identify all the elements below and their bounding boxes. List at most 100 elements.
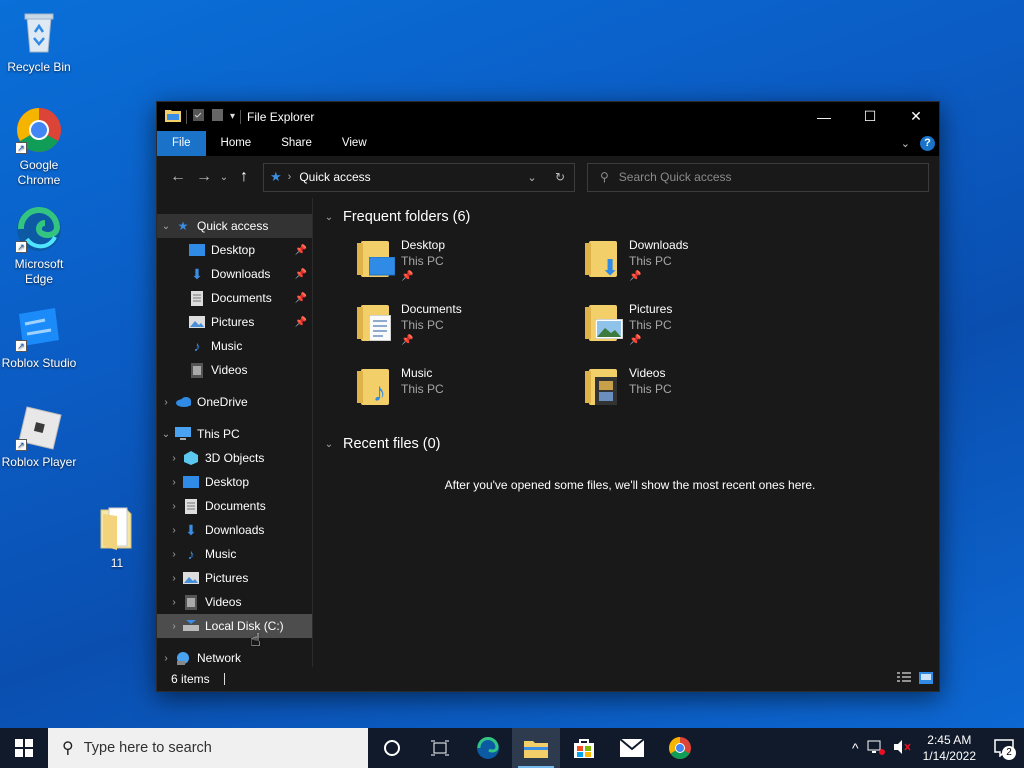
nav-item-quick-pictures[interactable]: Pictures 📌 (157, 310, 312, 334)
nav-item-label: Music (205, 547, 237, 561)
folder-location: This PC (629, 382, 672, 396)
desktop-icon-roblox-player[interactable]: ↗ Roblox Player (0, 403, 79, 470)
help-icon[interactable]: ? (920, 136, 935, 151)
nav-item-quick-access[interactable]: ⌄ ★ Quick access (157, 214, 312, 238)
customize-toolbar-chevron-icon[interactable]: ▾ (230, 111, 235, 122)
desktop-icon-microsoft-edge[interactable]: ↗ Microsoft Edge (0, 205, 79, 287)
group-collapse-chevron-icon[interactable]: ⌄ (321, 439, 337, 450)
desktop-icon-google-chrome[interactable]: ↗ Google Chrome (0, 106, 79, 188)
properties-icon[interactable] (192, 108, 206, 125)
minimize-button[interactable]: — (801, 102, 847, 131)
nav-item-pc-music[interactable]: › ♪ Music (157, 542, 312, 566)
tab-share[interactable]: Share (266, 131, 327, 156)
taskbar-search-input[interactable] (83, 740, 344, 756)
show-hidden-icons-chevron-icon[interactable]: ^ (848, 740, 863, 756)
nav-item-label: Videos (211, 363, 248, 377)
3d-objects-icon (183, 450, 199, 466)
volume-muted-icon[interactable] (889, 739, 915, 758)
taskbar-chrome-button[interactable] (656, 728, 704, 768)
collapse-chevron-icon[interactable]: ⌄ (157, 429, 175, 440)
start-button[interactable] (0, 728, 48, 768)
cortana-button[interactable] (368, 728, 416, 768)
recycle-bin-icon (15, 8, 63, 56)
group-title: Recent files (0) (343, 436, 441, 452)
nav-item-3d-objects[interactable]: › 3D Objects (157, 446, 312, 470)
address-bar[interactable]: ★ › Quick access ⌄ ↻ (263, 162, 575, 192)
expand-chevron-icon[interactable]: › (165, 477, 183, 488)
desktop-icon-recycle-bin[interactable]: Recycle Bin (0, 8, 79, 75)
computer-icon (175, 426, 191, 442)
nav-item-pc-desktop[interactable]: › Desktop (157, 470, 312, 494)
close-button[interactable]: ✕ (893, 102, 939, 131)
breadcrumb-chevron-icon[interactable]: › (288, 171, 292, 183)
folder-tile-music[interactable]: ♪ Music This PC (355, 365, 583, 421)
nav-item-quick-music[interactable]: ♪ Music (157, 334, 312, 358)
expand-chevron-icon[interactable]: › (157, 397, 175, 408)
refresh-icon[interactable]: ↻ (546, 170, 574, 184)
taskbar-store-button[interactable] (560, 728, 608, 768)
nav-item-pc-downloads[interactable]: › ⬇ Downloads (157, 518, 312, 542)
action-center-button[interactable]: 2 (984, 728, 1024, 768)
desktop-icon-roblox-studio[interactable]: ↗ Roblox Studio (0, 304, 79, 371)
taskbar-search-box[interactable]: ⚲ (48, 728, 368, 768)
search-input[interactable] (618, 170, 899, 184)
group-collapse-chevron-icon[interactable]: ⌄ (321, 212, 337, 223)
folder-tile-downloads[interactable]: ⬇ Downloads This PC 📌 (583, 237, 811, 293)
tab-home[interactable]: Home (206, 131, 267, 156)
tab-file[interactable]: File (157, 131, 206, 156)
taskbar-mail-button[interactable] (608, 728, 656, 768)
taskbar-file-explorer-button[interactable] (512, 728, 560, 768)
maximize-button[interactable]: ☐ (847, 102, 893, 131)
folder-name: Videos (629, 366, 666, 380)
chrome-icon: ↗ (15, 106, 63, 154)
desktop-icon-folder-11[interactable]: 11 (77, 504, 157, 571)
expand-chevron-icon[interactable]: › (165, 549, 183, 560)
task-view-button[interactable] (416, 728, 464, 768)
new-folder-icon[interactable] (211, 108, 225, 125)
details-view-icon[interactable] (897, 671, 911, 687)
pin-icon: 📌 (294, 316, 307, 328)
nav-item-pc-videos[interactable]: › Videos (157, 590, 312, 614)
music-icon: ♪ (187, 546, 195, 562)
expand-chevron-icon[interactable]: › (165, 453, 183, 464)
nav-item-quick-downloads[interactable]: ⬇ Downloads 📌 (157, 262, 312, 286)
folder-tile-pictures[interactable]: Pictures This PC 📌 (583, 301, 811, 357)
expand-chevron-icon[interactable]: › (165, 573, 183, 584)
expand-chevron-icon[interactable]: › (165, 501, 183, 512)
up-arrow-icon[interactable]: ↑ (231, 168, 257, 186)
expand-chevron-icon[interactable]: › (165, 525, 183, 536)
nav-item-label: Downloads (205, 523, 265, 537)
folder-tile-documents[interactable]: Documents This PC 📌 (355, 301, 583, 357)
address-dropdown-chevron-icon[interactable]: ⌄ (518, 171, 546, 184)
roblox-player-icon: ↗ (15, 403, 63, 451)
search-box[interactable]: ⚲ (587, 162, 929, 192)
tab-view[interactable]: View (327, 131, 382, 156)
expand-ribbon-chevron-icon[interactable]: ⌄ (901, 137, 910, 150)
nav-item-local-disk[interactable]: › Local Disk (C:) (157, 614, 312, 638)
expand-chevron-icon[interactable]: › (165, 597, 183, 608)
title-bar[interactable]: ▾ File Explorer — ☐ ✕ (157, 102, 939, 131)
nav-item-pc-documents[interactable]: › Documents (157, 494, 312, 518)
breadcrumb-quick-access[interactable]: Quick access (299, 170, 370, 184)
expand-chevron-icon[interactable]: › (157, 653, 175, 664)
back-arrow-icon[interactable]: ← (165, 168, 191, 186)
recent-files-header[interactable]: ⌄ Recent files (0) (321, 432, 939, 456)
nav-item-onedrive[interactable]: › OneDrive (157, 390, 312, 414)
nav-item-quick-documents[interactable]: Documents 📌 (157, 286, 312, 310)
forward-arrow-icon[interactable]: → (191, 168, 217, 186)
documents-folder-icon (355, 301, 395, 345)
recent-locations-chevron-icon[interactable]: ⌄ (217, 172, 231, 183)
folder-tile-desktop[interactable]: Desktop This PC 📌 (355, 237, 583, 293)
large-icons-view-icon[interactable] (919, 671, 933, 687)
nav-item-pc-pictures[interactable]: › Pictures (157, 566, 312, 590)
nav-item-quick-desktop[interactable]: Desktop 📌 (157, 238, 312, 262)
nav-item-quick-videos[interactable]: Videos (157, 358, 312, 382)
folder-tile-videos[interactable]: Videos This PC (583, 365, 811, 421)
nav-item-this-pc[interactable]: ⌄ This PC (157, 422, 312, 446)
clock[interactable]: 2:45 AM 1/14/2022 (915, 732, 984, 764)
frequent-folders-header[interactable]: ⌄ Frequent folders (6) (321, 205, 939, 229)
collapse-chevron-icon[interactable]: ⌄ (157, 221, 175, 232)
network-icon[interactable] (863, 739, 889, 758)
taskbar-edge-button[interactable] (464, 728, 512, 768)
expand-chevron-icon[interactable]: › (165, 621, 183, 632)
